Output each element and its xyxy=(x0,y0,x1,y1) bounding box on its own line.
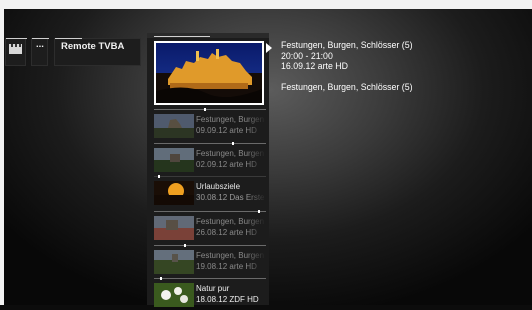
detail-description: Festungen, Burgen, Schlösser (5) xyxy=(281,81,413,92)
list-item[interactable]: Festungen, Burgen 02.09.12 arte HD xyxy=(154,142,266,175)
recording-thumbnail xyxy=(154,114,194,138)
recording-thumbnail xyxy=(154,283,194,307)
detail-date-channel: 16.09.12 arte HD xyxy=(281,61,348,71)
list-item[interactable]: Natur pur 18.08.12 ZDF HD xyxy=(154,277,266,310)
recording-thumbnail xyxy=(154,216,194,240)
tab-recordings[interactable] xyxy=(5,38,27,66)
recording-details: Festungen, Burgen, Schlösser (5) 20:00 -… xyxy=(281,40,413,92)
window-frame-top xyxy=(0,0,532,9)
recording-thumbnail xyxy=(154,148,194,172)
tab-remote-tvba-label: Remote TVBA xyxy=(61,41,125,52)
detail-title: Festungen, Burgen, Schlösser (5) xyxy=(281,40,413,50)
list-item[interactable]: Festungen, Burgen 09.09.12 arte HD xyxy=(154,108,266,141)
list-item-date-channel: 18.08.12 ZDF HD xyxy=(196,295,259,304)
tab-more[interactable]: ... xyxy=(31,38,49,66)
list-item[interactable]: Festungen, Burgen 26.08.12 arte HD xyxy=(154,210,266,243)
list-item-title: Natur pur xyxy=(196,284,230,293)
list-item[interactable]: Urlaubsziele 30.08.12 Das Erste xyxy=(154,175,266,208)
castle-night-image xyxy=(156,43,262,103)
tab-remote-tvba[interactable]: Remote TVBA xyxy=(54,38,141,66)
selected-recording-thumbnail[interactable] xyxy=(154,41,264,105)
recording-thumbnail xyxy=(154,181,194,205)
detail-time: 20:00 - 21:00 xyxy=(281,50,333,61)
recordings-panel: Festungen, Burgen 09.09.12 arte HD Festu… xyxy=(147,33,269,307)
selection-pointer-icon xyxy=(266,43,272,53)
panel-progress-bar xyxy=(147,33,269,38)
list-item[interactable]: Festungen, Burgen 19.08.12 arte HD xyxy=(154,244,266,277)
tab-more-label: ... xyxy=(36,39,44,50)
film-clapper-icon xyxy=(9,44,22,54)
window-frame-left xyxy=(0,0,4,305)
recording-thumbnail xyxy=(154,250,194,274)
